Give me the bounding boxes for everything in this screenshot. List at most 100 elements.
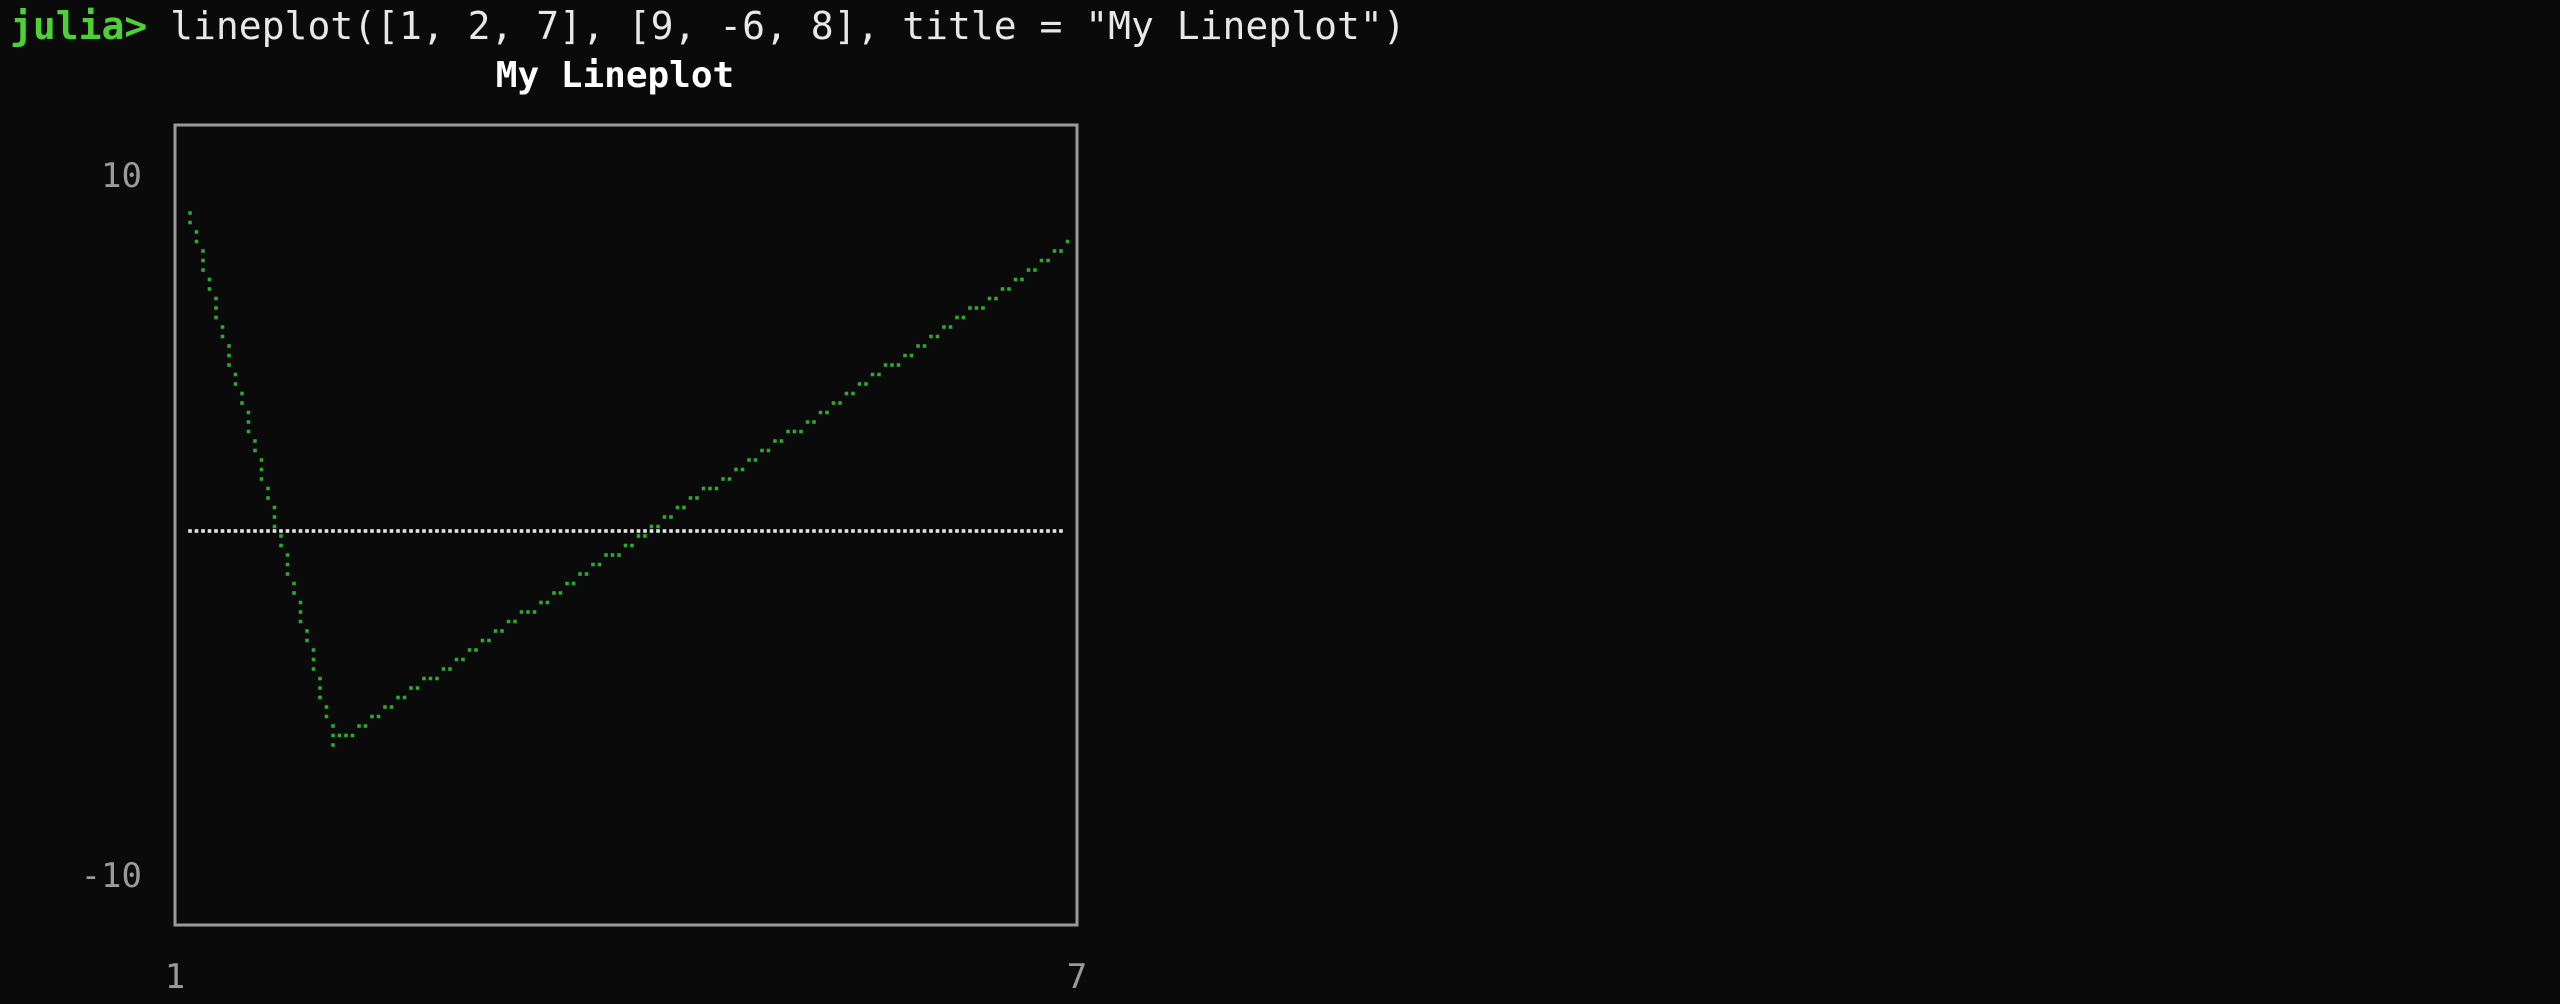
series-point	[968, 306, 972, 310]
zero-line-dot	[961, 529, 966, 533]
zero-line-dot	[1059, 529, 1063, 533]
zero-line-dot	[981, 529, 985, 533]
series-point	[760, 448, 764, 453]
zero-line-dot	[207, 529, 212, 533]
series-point	[493, 629, 498, 633]
series-point	[935, 334, 940, 339]
series-point	[259, 477, 264, 481]
series-point	[233, 372, 238, 377]
zero-line-dot	[1026, 529, 1031, 533]
series-point	[487, 638, 491, 643]
zero-line-dot	[506, 529, 511, 533]
zero-line-dot	[656, 529, 660, 533]
zero-line-dot	[201, 529, 205, 533]
zero-line-dot	[539, 529, 543, 533]
series-point	[435, 676, 439, 681]
series-point	[461, 657, 465, 662]
series-point	[272, 515, 277, 519]
series-point	[714, 486, 719, 491]
series-point	[643, 534, 647, 538]
series-point	[1020, 277, 1024, 282]
series-point	[220, 334, 225, 339]
series-point	[786, 429, 790, 434]
zero-line-dot	[1046, 529, 1050, 533]
series-point	[831, 401, 836, 405]
zero-line-dot	[617, 529, 621, 533]
series-point	[1026, 268, 1031, 272]
series-point	[240, 401, 244, 405]
series-point	[1013, 277, 1018, 282]
series-point	[1046, 258, 1050, 263]
zero-line-dot	[779, 529, 784, 533]
series-point	[246, 420, 251, 424]
zero-line-dot	[214, 529, 218, 533]
zero-line-dot	[526, 529, 530, 533]
zero-line-dot	[383, 529, 387, 533]
zero-line-dot	[682, 529, 686, 533]
zero-line-dot	[467, 529, 472, 533]
zero-line-dot	[825, 529, 829, 533]
zero-line-dot	[812, 529, 816, 533]
zero-line-dot	[461, 529, 465, 533]
zero-line-dot	[337, 529, 342, 533]
zero-line-dot	[909, 529, 914, 533]
series-point	[591, 562, 595, 567]
series-point	[994, 296, 998, 301]
zero-line-dot	[331, 529, 335, 533]
zero-line-dot	[747, 529, 751, 533]
series-point	[357, 724, 361, 728]
zero-line-dot	[194, 529, 199, 533]
zero-line-dot	[740, 529, 745, 533]
terminal-window: julia> lineplot([1, 2, 7], [9, -6, 8], t…	[0, 0, 2560, 1004]
zero-line-dot	[266, 529, 270, 533]
series-point	[519, 610, 524, 614]
series-point	[331, 724, 335, 728]
zero-line-dot	[773, 529, 777, 533]
zero-line-dot	[688, 529, 693, 533]
series-point	[688, 496, 693, 500]
series-point	[259, 458, 264, 462]
series-point	[227, 363, 231, 367]
zero-line-dot	[792, 529, 797, 533]
zero-line-dot	[851, 529, 855, 533]
series-point	[675, 505, 680, 510]
zero-line-dot	[188, 529, 192, 533]
zero-line-dot	[441, 529, 446, 533]
series-point	[389, 705, 394, 709]
series-point	[370, 714, 374, 719]
series-point	[448, 667, 452, 671]
zero-line-dot	[396, 529, 400, 533]
series-point	[409, 686, 413, 690]
series-point	[825, 410, 829, 415]
series-point	[207, 277, 212, 282]
series-point	[201, 268, 205, 272]
zero-line-dot	[571, 529, 576, 533]
series-point	[883, 363, 888, 367]
zero-line-dot	[324, 529, 329, 533]
zero-line-dot	[701, 529, 706, 533]
series-point	[318, 686, 322, 690]
series-point	[266, 486, 270, 491]
series-point	[272, 524, 277, 529]
series-point	[753, 458, 758, 462]
zero-line-dot	[389, 529, 394, 533]
series-point	[851, 391, 855, 396]
zero-line-dot	[292, 529, 296, 533]
zero-line-dot	[448, 529, 452, 533]
zero-line-dot	[545, 529, 550, 533]
series-point	[201, 249, 205, 253]
zero-line-dot	[298, 529, 303, 533]
series-point	[474, 648, 478, 652]
zero-line-dot	[246, 529, 251, 533]
zero-line-dot	[890, 529, 894, 533]
zero-line-dot	[864, 529, 868, 533]
series-point	[227, 353, 231, 358]
series-point	[1000, 287, 1005, 291]
series-point	[1052, 249, 1057, 253]
series-point	[578, 572, 582, 576]
series-point	[656, 524, 660, 529]
series-point	[987, 296, 992, 301]
series-point	[812, 420, 816, 424]
series-point	[630, 543, 634, 548]
series-point	[857, 382, 862, 386]
